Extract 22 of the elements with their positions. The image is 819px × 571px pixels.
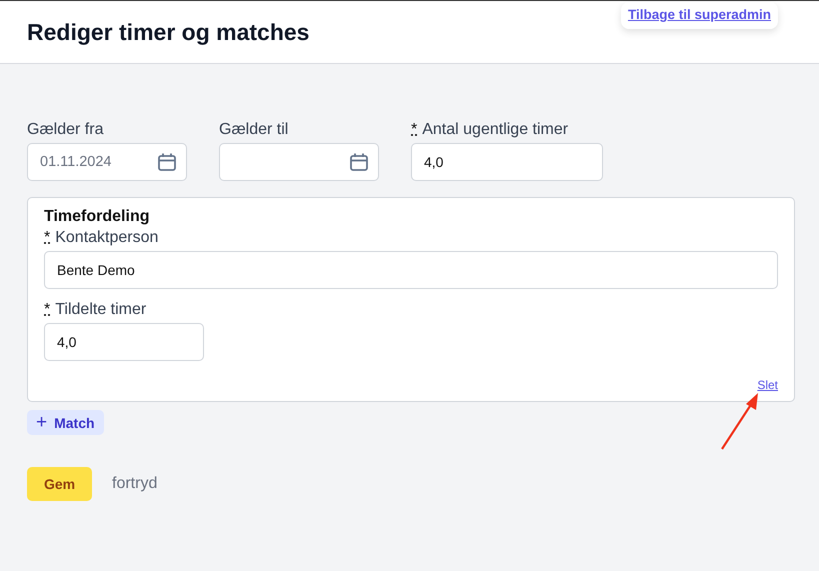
calendar-icon[interactable] <box>349 152 369 172</box>
required-mark: * <box>411 121 418 139</box>
input-field[interactable]: 4,0 <box>411 143 603 181</box>
field-label: Kontaktperson <box>55 229 158 247</box>
required-mark: * <box>44 301 50 319</box>
delete-link[interactable]: Slet <box>757 378 778 392</box>
input-field[interactable]: Bente Demo <box>44 251 778 289</box>
field-label: Gælder til <box>219 121 288 139</box>
input-field[interactable]: 4,0 <box>44 323 204 361</box>
page-title: Rediger timer og matches <box>27 18 310 46</box>
field-label: Antal ugentlige timer <box>422 121 568 139</box>
card-title: Timefordeling <box>44 208 150 226</box>
cancel-link[interactable]: fortryd <box>112 475 158 493</box>
add-match-button[interactable]: + Match <box>27 410 104 435</box>
field-label: Gælder fra <box>27 121 104 139</box>
back-link[interactable]: Tilbage til superadmin <box>620 2 778 29</box>
required-mark: * <box>44 229 50 247</box>
field-label: Tildelte timer <box>55 301 146 319</box>
calendar-icon[interactable] <box>157 152 177 172</box>
date-field[interactable]: 01.11.2024 <box>27 143 187 181</box>
date-field[interactable] <box>219 143 379 181</box>
save-button[interactable]: Gem <box>27 467 92 501</box>
